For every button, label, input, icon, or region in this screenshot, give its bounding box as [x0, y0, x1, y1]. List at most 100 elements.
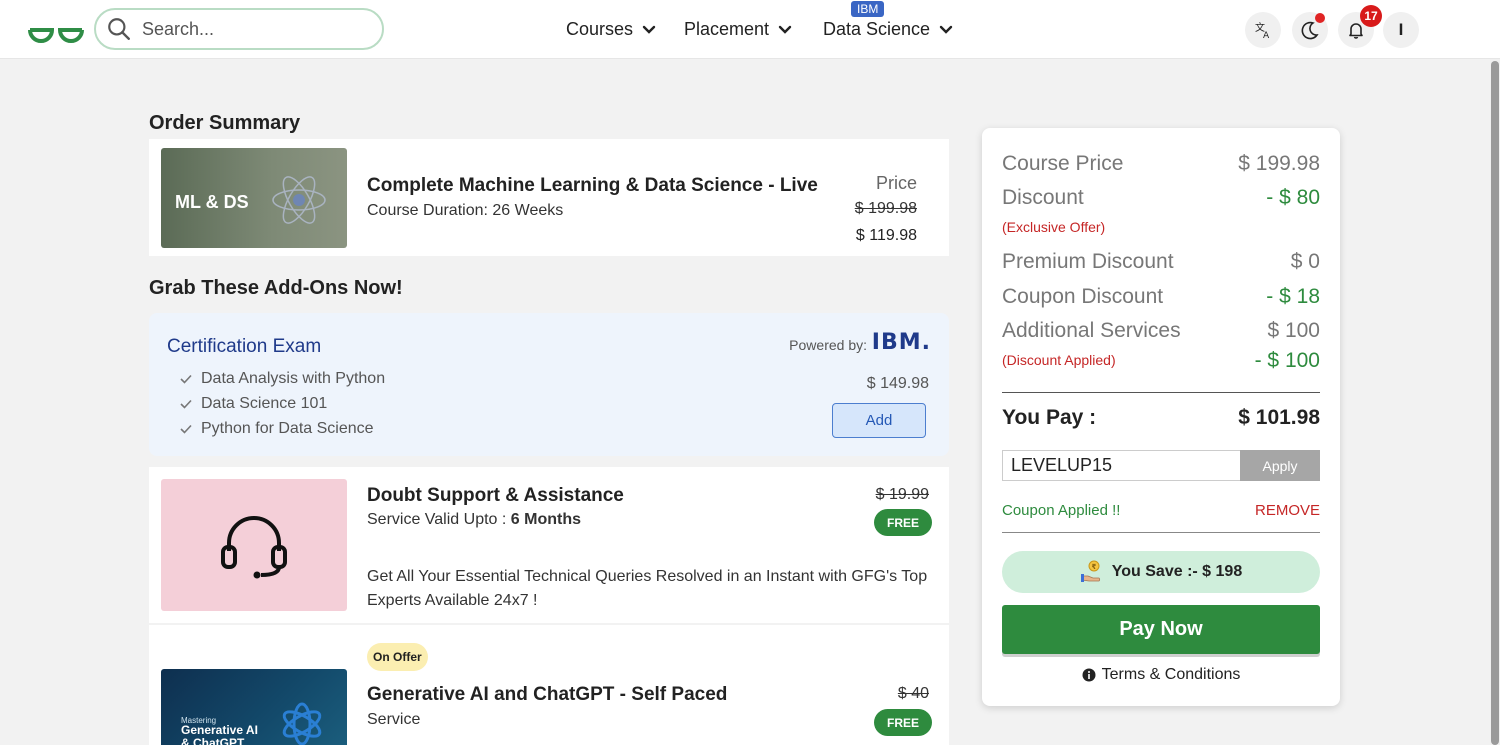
search-icon — [108, 18, 130, 40]
you-pay-label: You Pay : — [1002, 406, 1097, 429]
free-badge: FREE — [874, 509, 932, 536]
atom-icon — [272, 176, 326, 224]
you-pay-value: $ 101.98 — [1238, 406, 1320, 429]
nav-courses[interactable]: Courses — [566, 0, 657, 59]
chevron-down-icon — [778, 25, 792, 34]
divider — [1002, 532, 1320, 533]
additional-services-row: Additional Services $ 100 — [1002, 319, 1320, 343]
row-value: $ 100 — [1267, 319, 1320, 342]
search-box[interactable] — [94, 8, 384, 50]
row-value: $ 0 — [1290, 250, 1320, 273]
you-pay-row: You Pay : $ 101.98 — [1002, 406, 1320, 430]
certification-price: $ 149.98 — [866, 375, 929, 392]
moon-icon — [1301, 21, 1319, 40]
doubt-support-thumbnail — [161, 479, 347, 611]
price-summary-panel: Course Price $ 199.98 Discount - $ 80 (E… — [982, 128, 1340, 706]
course-thumb-label: ML & DS — [175, 192, 249, 212]
thumb-title: Generative AI & ChatGPT — [181, 724, 258, 745]
notification-count-badge: 17 — [1360, 5, 1382, 27]
money-hand-icon: ₹ — [1080, 560, 1100, 582]
row-value: - $ 80 — [1266, 186, 1320, 209]
avatar-initial: I — [1398, 20, 1404, 39]
you-save-banner: ₹ You Save :- $ 198 — [1002, 551, 1320, 593]
apply-coupon-button[interactable]: Apply — [1240, 450, 1320, 481]
check-icon — [180, 424, 192, 434]
certification-item-label: Data Analysis with Python — [201, 369, 386, 387]
page-scrollbar[interactable] — [1490, 59, 1500, 745]
nav-data-science-label: Data Science — [823, 19, 931, 39]
nav-placement[interactable]: Placement — [684, 0, 793, 59]
top-header: Courses Placement IBM Data Science 文A 17… — [0, 0, 1500, 59]
powered-by-label: Powered by: — [789, 337, 867, 353]
remove-coupon-link[interactable]: REMOVE — [1255, 502, 1320, 519]
pay-now-button[interactable]: Pay Now — [1002, 605, 1320, 654]
svg-text:₹: ₹ — [1091, 563, 1096, 571]
add-certification-button[interactable]: Add — [832, 403, 926, 438]
doubt-support-description: Get All Your Essential Technical Queries… — [367, 568, 928, 609]
gen-ai-price-old: $ 40 — [897, 685, 929, 702]
gen-ai-thumbnail: Mastering Generative AI & ChatGPT — [161, 669, 347, 745]
coupon-discount-row: Coupon Discount - $ 18 — [1002, 285, 1320, 309]
course-thumbnail: ML & DS — [161, 148, 347, 248]
free-badge: FREE — [874, 709, 932, 736]
gfg-logo-icon[interactable] — [26, 14, 86, 46]
thumb-title-line: & ChatGPT — [181, 736, 245, 745]
course-price-new: $ 119.98 — [855, 227, 917, 244]
validity-prefix: Service Valid Upto : — [367, 511, 511, 528]
doubt-support-card: Doubt Support & Assistance Service Valid… — [149, 467, 949, 623]
certification-title: Certification Exam — [167, 336, 322, 357]
search-input[interactable] — [142, 18, 362, 40]
dark-mode-button[interactable] — [1292, 12, 1328, 48]
ibm-logo: IBM. — [871, 330, 931, 355]
course-card: ML & DS Complete Machine Learning & Data… — [149, 139, 949, 256]
nav-courses-label: Courses — [566, 19, 634, 39]
doubt-support-title: Doubt Support & Assistance — [367, 485, 624, 506]
coupon-applied-text: Coupon Applied !! — [1002, 502, 1121, 519]
list-item: Python for Data Science — [179, 416, 385, 441]
openai-logo-icon — [282, 702, 322, 745]
row-label: Coupon Discount — [1002, 285, 1164, 308]
chevron-down-icon — [939, 25, 953, 34]
terms-link[interactable]: Terms & Conditions — [982, 666, 1340, 684]
divider — [1002, 392, 1320, 393]
scrollbar-thumb[interactable] — [1491, 61, 1499, 745]
info-icon — [1082, 668, 1096, 682]
validity-value: 6 Months — [510, 511, 581, 528]
certification-list: Data Analysis with Python Data Science 1… — [179, 366, 385, 441]
svg-text:A: A — [1263, 31, 1270, 40]
discount-row: Discount - $ 80 — [1002, 186, 1320, 210]
discount-note: (Exclusive Offer) — [1002, 219, 1106, 235]
certification-item-label: Data Science 101 — [201, 394, 328, 412]
doubt-support-validity: Service Valid Upto : 6 Months — [367, 511, 581, 529]
additional-discount-row: - $ 100 — [1002, 349, 1320, 373]
list-item: Data Analysis with Python — [179, 366, 385, 391]
translate-icon: 文A — [1255, 21, 1270, 40]
row-value: - $ 18 — [1266, 285, 1320, 308]
certification-card: Certification Exam Data Analysis with Py… — [149, 313, 949, 456]
coupon-input[interactable] — [1002, 450, 1240, 481]
row-value: - $ 100 — [1254, 349, 1320, 372]
user-avatar[interactable]: I — [1383, 12, 1419, 48]
row-value: $ 199.98 — [1238, 152, 1320, 175]
check-icon — [180, 399, 192, 409]
course-duration: Course Duration: 26 Weeks — [367, 202, 564, 219]
chevron-down-icon — [642, 25, 656, 34]
nav-data-science[interactable]: Data Science — [823, 0, 954, 59]
row-label: Discount — [1002, 186, 1084, 209]
course-price-row: Course Price $ 199.98 — [1002, 152, 1320, 176]
headset-icon — [221, 516, 287, 579]
translate-button[interactable]: 文A — [1245, 12, 1281, 48]
row-label: Premium Discount — [1002, 250, 1174, 273]
doubt-support-price-old: $ 19.99 — [875, 486, 929, 503]
list-item: Data Science 101 — [179, 391, 385, 416]
check-icon — [180, 374, 192, 384]
you-save-text: You Save :- $ 198 — [1111, 563, 1243, 580]
notifications-button[interactable]: 17 — [1338, 5, 1382, 48]
course-price-old: $ 199.98 — [854, 200, 917, 217]
course-title: Complete Machine Learning & Data Science… — [367, 175, 818, 196]
premium-discount-row: Premium Discount $ 0 — [1002, 250, 1320, 274]
nav-placement-label: Placement — [684, 19, 770, 39]
gen-ai-card: On Offer Mastering Generative AI & ChatG… — [149, 625, 949, 745]
addons-title: Grab These Add-Ons Now! — [149, 277, 403, 299]
order-summary-title: Order Summary — [149, 112, 301, 134]
